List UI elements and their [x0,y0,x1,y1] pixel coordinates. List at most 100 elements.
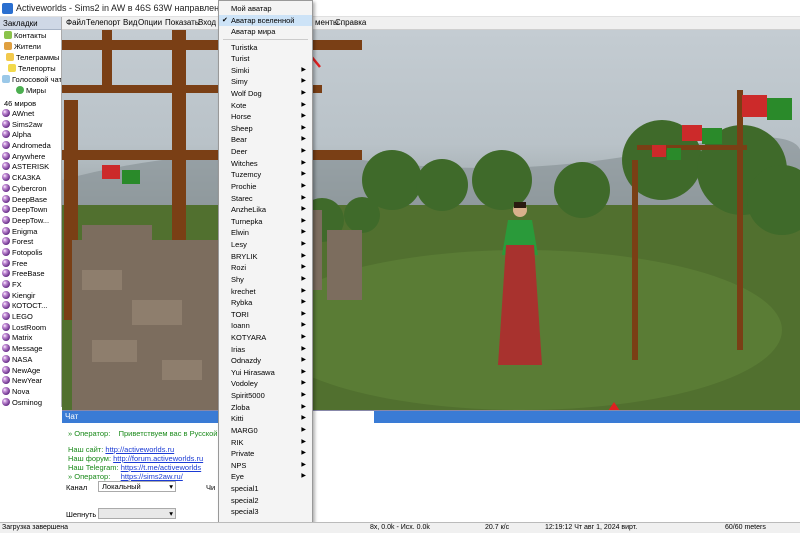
whisper-select[interactable]: ▾ [98,508,176,519]
telegram-link[interactable]: https://t.me/activeworlds [121,463,201,472]
world-item[interactable]: КОТОСТ... [0,301,61,312]
tree-item-voice-chat[interactable]: Голосовой чат [0,74,61,85]
forum-link[interactable]: http://forum.activeworlds.ru [113,454,203,463]
avatar-menu-item[interactable]: Starec ▶ [219,193,312,205]
avatar-menu-item[interactable]: Irias ▶ [219,344,312,356]
avatar-menu-item[interactable]: Kitti ▶ [219,413,312,425]
tree-item-telegrams[interactable]: Телеграммы [0,52,61,63]
world-item[interactable]: СКАЗКА [0,173,61,184]
world-item[interactable]: LEGO [0,312,61,323]
avatar-menu-item[interactable]: MARG0 ▶ [219,425,312,437]
submenu-arrow-icon: ▶ [301,275,306,282]
avatar-menu-item[interactable]: special3 [219,506,312,518]
avatar-menu-item[interactable]: krechet ▶ [219,286,312,298]
world-item[interactable]: AWnet [0,109,61,120]
world-item[interactable]: NewYear [0,376,61,387]
avatar-menu-item[interactable]: AnzheLika ▶ [219,204,312,216]
menu-view[interactable]: Вид [123,18,137,27]
avatar-menu-item[interactable]: Shy ▶ [219,274,312,286]
menu-show[interactable]: Показать [165,18,199,27]
avatar-menu-item[interactable]: Turist [219,53,312,65]
menu-login[interactable]: Вход [198,18,216,27]
world-item[interactable]: FX [0,280,61,291]
world-icon [2,333,10,342]
world-avatar-item[interactable]: Аватар мира [219,26,312,38]
world-item[interactable]: Message [0,344,61,355]
avatar-menu-item[interactable]: Turistka [219,42,312,54]
avatar-menu-item[interactable]: Ioann ▶ [219,320,312,332]
avatar-menu-item[interactable]: Private ▶ [219,448,312,460]
avatar-menu-item[interactable]: Odnazdy ▶ [219,355,312,367]
avatar-menu-item[interactable]: Turnepka ▶ [219,216,312,228]
chat-line-operator: » Оператор: Приветствуем вас в Русской в [68,429,224,438]
world-item[interactable]: DeepTow... [0,215,61,227]
avatar-menu-item[interactable]: Eye ▶ [219,471,312,483]
avatar-menu-item[interactable]: Lesy ▶ [219,239,312,251]
tree-item-citizens[interactable]: Жители [0,41,61,52]
world-item[interactable]: LostRoom [0,322,61,334]
tree-item-teleports[interactable]: Телепорты [0,63,61,74]
avatar-menu-item[interactable]: TORI ▶ [219,309,312,321]
world-item[interactable]: Andromeda [0,141,61,152]
world-item[interactable]: Kiengir [0,290,61,302]
site-link[interactable]: http://activeworlds.ru [105,445,174,454]
avatar-menu-item[interactable]: Simki ▶ [219,65,312,77]
avatar-menu-item[interactable]: special1 [219,483,312,495]
avatar-menu-item[interactable]: Tuzemcy ▶ [219,169,312,181]
my-avatar-item[interactable]: Мой аватар [219,3,312,15]
avatar-menu-item[interactable]: RIK ▶ [219,437,312,449]
avatar-menu-item[interactable]: Prochie ▶ [219,181,312,193]
menu-file[interactable]: Файл [66,18,86,27]
avatar-menu-item[interactable]: Witches ▶ [219,158,312,170]
sims2aw-link[interactable]: https://sims2aw.ru/ [121,472,183,481]
submenu-arrow-icon: ▶ [301,426,306,433]
universe-avatar-item[interactable]: ✔ Аватар вселенной [219,14,312,26]
world-item[interactable]: NewAge [0,365,61,377]
avatar-menu-item[interactable]: KOTYARA ▶ [219,332,312,344]
avatar-menu-item[interactable]: Sheep ▶ [219,123,312,135]
avatar-menu-item[interactable]: BRYLIK ▶ [219,251,312,263]
avatar-menu-item[interactable]: Kote ▶ [219,100,312,112]
avatar-menu-item[interactable]: Simy ▶ [219,76,312,88]
menu-teleport[interactable]: Телепорт [86,18,120,27]
avatar-menu-item[interactable]: Vodoley ▶ [219,378,312,390]
world-icon [2,397,10,406]
world-item[interactable]: Matrix [0,333,61,344]
world-item[interactable]: Free [0,258,61,270]
avatar-menu-item[interactable]: Zloba ▶ [219,402,312,414]
avatar-menu-item[interactable]: special2 [219,495,312,507]
world-item[interactable]: Forest [0,237,61,248]
menu-options[interactable]: Опции [138,18,162,27]
window-title: Activeworlds - Sims2 in AW в 46S 63W нап… [16,3,241,13]
avatar-menu-item[interactable]: NPS ▶ [219,460,312,472]
world-item[interactable]: Enigma [0,226,61,238]
avatar-menu-item[interactable]: Horse ▶ [219,111,312,123]
world-item[interactable]: NASA [0,354,61,366]
tree-item-contacts[interactable]: Контакты [0,30,61,41]
world-item[interactable]: Fotopolis [0,247,61,259]
world-item[interactable]: DeepBase [0,194,61,206]
world-item[interactable]: Sims2aw [0,119,61,131]
world-item[interactable]: ASTERISK [0,162,61,173]
avatar-menu-item[interactable]: Deer ▶ [219,146,312,158]
channel-select[interactable]: Локальный ▾ [98,481,176,492]
world-item[interactable]: Osminog [0,397,61,407]
avatar-menu-item[interactable]: Elwin ▶ [219,227,312,239]
world-item[interactable]: FreeBase [0,269,61,280]
3d-viewport[interactable] [62,30,800,410]
avatar-menu-item[interactable]: Wolf Dog ▶ [219,88,312,100]
avatar-menu-item[interactable]: Bear ▶ [219,134,312,146]
avatar-menu-item[interactable]: Rybka ▶ [219,297,312,309]
submenu-arrow-icon: ▶ [301,473,306,480]
avatar-menu-item[interactable]: Yui Hirasawa ▶ [219,367,312,379]
world-item[interactable]: Cybercron [0,183,61,195]
world-item[interactable]: DeepTown [0,205,61,216]
world-item[interactable]: Nova [0,386,61,398]
avatar-menu-item[interactable]: Spirit5000 ▶ [219,390,312,402]
tree-item-worlds[interactable]: Миры [0,85,61,96]
world-item[interactable]: Alpha [0,130,61,141]
world-item[interactable]: Anywhere [0,151,61,163]
avatar-menu-item[interactable]: Rozi ▶ [219,262,312,274]
menu-help[interactable]: Справка [335,18,366,27]
bookmarks-tree: Контакты Жители Телеграммы Телепорты Гол… [0,30,61,96]
